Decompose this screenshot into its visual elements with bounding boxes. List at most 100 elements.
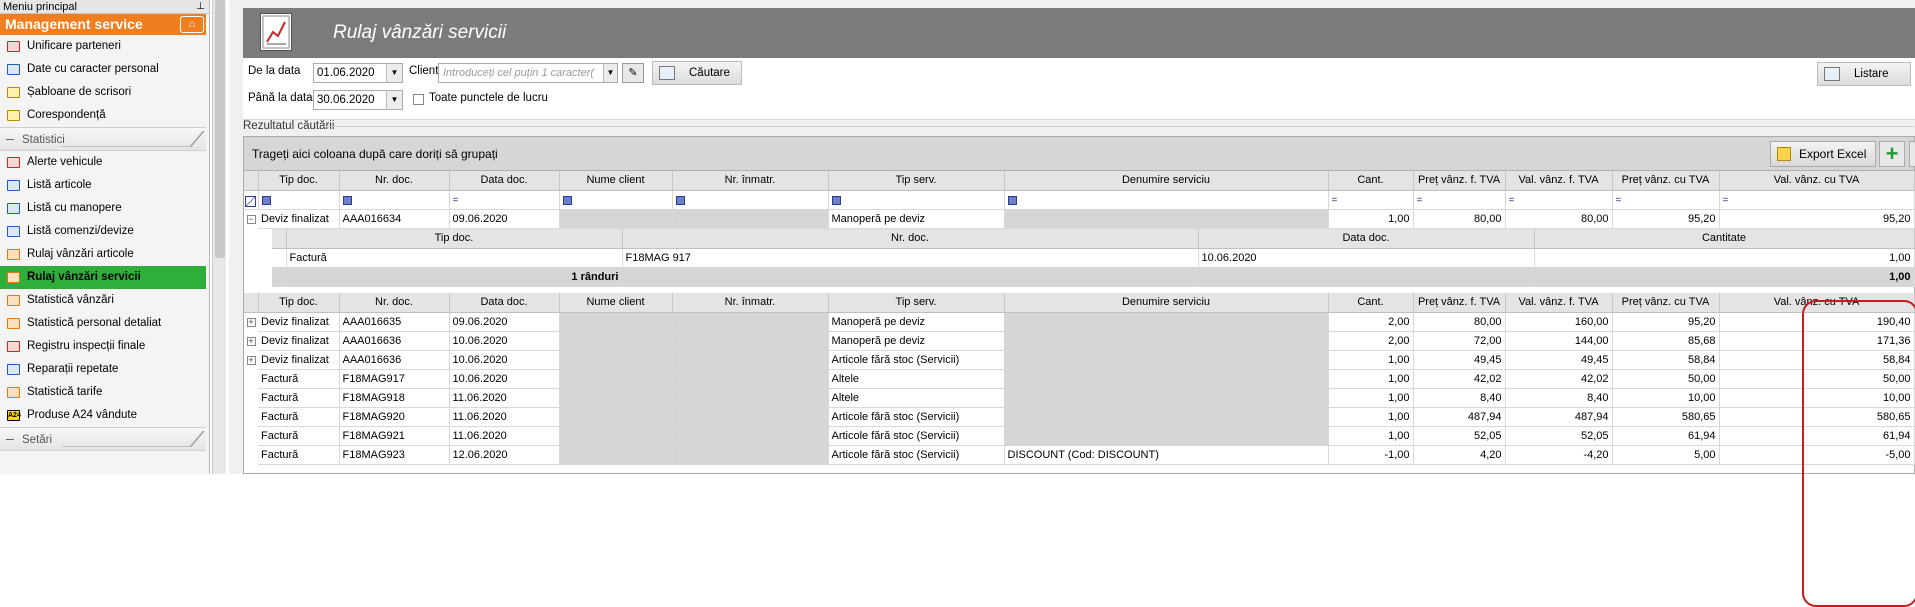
sidebar-item-rulaj-vânzări-articole[interactable]: Rulaj vânzări articole bbox=[0, 243, 206, 266]
pin-icon[interactable]: ⊥ bbox=[196, 0, 205, 14]
table-row[interactable]: Factură F18MAG918 11.06.2020 Altele 1,00 8,40… bbox=[244, 388, 1915, 408]
sidebar-item-corespondență[interactable]: Corespondență bbox=[0, 104, 206, 127]
equals-icon[interactable]: = bbox=[1616, 195, 1622, 206]
filter-condition-icon[interactable] bbox=[562, 195, 572, 205]
column-header[interactable]: Val. vânz. f. TVA bbox=[1505, 293, 1613, 313]
column-header[interactable]: Preț vânz. f. TVA bbox=[1413, 171, 1506, 191]
detail-row[interactable]: Factură F18MAG 917 10.06.2020 1,00 bbox=[272, 248, 1915, 268]
filter-condition-icon[interactable] bbox=[342, 195, 352, 205]
expand-row-button[interactable]: + bbox=[244, 350, 258, 369]
column-header[interactable]: Cant. bbox=[1328, 171, 1414, 191]
export-excel-button[interactable]: Export Excel bbox=[1770, 141, 1876, 167]
collapse-row-button[interactable]: − bbox=[244, 209, 258, 228]
sidebar-item-listă-articole[interactable]: Listă articole bbox=[0, 174, 206, 197]
filter-cell[interactable]: = bbox=[1505, 190, 1613, 210]
column-header[interactable]: Nume client bbox=[559, 171, 673, 191]
group-toggle-icon[interactable]: ⌂ bbox=[180, 16, 204, 33]
sidebar-item-statistică-tarife[interactable]: Statistică tarife bbox=[0, 381, 206, 404]
table-row[interactable]: Factură F18MAG921 11.06.2020 Articole fără … bbox=[244, 426, 1915, 446]
sidebar-item-registru-inspecții-finale[interactable]: Registru inspecții finale bbox=[0, 335, 206, 358]
add-row-button[interactable]: + bbox=[1879, 141, 1905, 167]
chevron-down-icon[interactable]: ▼ bbox=[386, 64, 402, 82]
filter-cell[interactable]: = bbox=[1328, 190, 1414, 210]
sidebar-item-reparații-repetate[interactable]: Reparații repetate bbox=[0, 358, 206, 381]
expand-icon[interactable]: + bbox=[246, 336, 256, 346]
table-row[interactable]: + Deviz finalizat AAA016635 09.06.2020 Manop… bbox=[244, 312, 1915, 332]
sidebar-item-statistică-vânzări[interactable]: Statistică vânzări bbox=[0, 289, 206, 312]
sidebar-item-rulaj-vânzări-servicii[interactable]: Rulaj vânzări servicii bbox=[0, 266, 206, 289]
table-row[interactable]: − Deviz finalizat AAA016634 09.06.2020 Manop… bbox=[244, 209, 1915, 229]
table-row[interactable]: Factură F18MAG917 10.06.2020 Altele 1,00 42,0… bbox=[244, 369, 1915, 389]
column-header[interactable]: Nr. înmatr. bbox=[672, 293, 829, 313]
column-header[interactable]: Val. vânz. f. TVA bbox=[1505, 171, 1613, 191]
column-header[interactable]: Tip doc. bbox=[258, 171, 340, 191]
sidebar-item-unificare-parteneri[interactable]: Unificare parteneri bbox=[0, 35, 206, 58]
filter-cell[interactable] bbox=[339, 190, 450, 210]
from-date-field[interactable]: 01.06.2020 ▼ bbox=[313, 63, 403, 83]
filter-corner[interactable] bbox=[244, 190, 259, 210]
column-header[interactable]: Val. vânz. cu TVA bbox=[1719, 171, 1915, 191]
column-header[interactable]: Denumire serviciu bbox=[1004, 293, 1329, 313]
detail-column-header[interactable]: Nr. doc. bbox=[622, 229, 1199, 249]
detail-column-header[interactable]: Cantitate bbox=[1534, 229, 1915, 249]
chevron-down-icon[interactable]: ▼ bbox=[603, 64, 617, 82]
column-header[interactable]: Denumire serviciu bbox=[1004, 171, 1329, 191]
filter-cell[interactable] bbox=[1004, 190, 1329, 210]
edit-client-button[interactable]: ✎ bbox=[622, 63, 644, 83]
filter-condition-icon[interactable] bbox=[1007, 195, 1017, 205]
column-header[interactable]: Preț vânz. f. TVA bbox=[1413, 293, 1506, 313]
filter-cell[interactable]: = bbox=[1413, 190, 1506, 210]
column-header[interactable]: Preț vânz. cu TVA bbox=[1612, 293, 1720, 313]
detail-column-header[interactable]: Data doc. bbox=[1198, 229, 1535, 249]
search-button[interactable]: Căutare bbox=[652, 61, 742, 85]
chevron-down-icon[interactable]: ▼ bbox=[386, 91, 402, 109]
filter-cell[interactable]: = bbox=[1612, 190, 1720, 210]
sidebar-item-șabloane-de-scrisori[interactable]: Șabloane de scrisori bbox=[0, 81, 206, 104]
table-row[interactable]: Factură F18MAG923 12.06.2020 Articole fără … bbox=[244, 445, 1915, 465]
column-header[interactable]: Tip doc. bbox=[258, 293, 340, 313]
equals-icon[interactable]: = bbox=[1332, 195, 1338, 206]
filter-condition-icon[interactable] bbox=[261, 195, 271, 205]
filter-condition-icon[interactable] bbox=[675, 195, 685, 205]
column-header[interactable]: Preț vânz. cu TVA bbox=[1612, 171, 1720, 191]
equals-icon[interactable]: = bbox=[1723, 195, 1729, 206]
column-header[interactable]: Tip serv. bbox=[828, 171, 1005, 191]
column-header[interactable]: Nr. înmatr. bbox=[672, 171, 829, 191]
sidebar-item-alerte-vehicule[interactable]: Alerte vehicule bbox=[0, 151, 206, 174]
table-row[interactable]: Factură F18MAG920 11.06.2020 Articole fără … bbox=[244, 407, 1915, 427]
filter-cell[interactable] bbox=[672, 190, 829, 210]
column-header[interactable]: Nr. doc. bbox=[339, 171, 450, 191]
filter-condition-icon[interactable] bbox=[831, 195, 841, 205]
filter-cell[interactable]: = bbox=[449, 190, 560, 210]
column-header[interactable]: Cant. bbox=[1328, 293, 1414, 313]
filter-cell[interactable] bbox=[559, 190, 673, 210]
column-header[interactable]: Nr. doc. bbox=[339, 293, 450, 313]
expand-icon[interactable]: + bbox=[246, 355, 256, 365]
to-date-field[interactable]: 30.06.2020 ▼ bbox=[313, 90, 403, 110]
sidebar-item-produse-a24-vândute[interactable]: A24 Produse A24 vândute bbox=[0, 404, 206, 427]
table-row[interactable]: + Deviz finalizat AAA016636 10.06.2020 Artic… bbox=[244, 350, 1915, 370]
client-input[interactable]: Introduceți cel puțin 1 caracter( ▼ bbox=[438, 63, 618, 83]
group-by-bar[interactable]: Trageți aici coloana după care doriți să… bbox=[244, 137, 1915, 171]
equals-icon[interactable]: = bbox=[453, 195, 459, 206]
filter-cell[interactable]: = bbox=[1719, 190, 1915, 210]
column-header[interactable]: Data doc. bbox=[449, 171, 560, 191]
sidebar-group-management-service[interactable]: Management service ⌂ bbox=[0, 14, 206, 35]
sidebar-section-setari[interactable]: Setări bbox=[0, 427, 206, 451]
list-button[interactable]: Listare bbox=[1817, 62, 1911, 86]
expand-row-button[interactable]: + bbox=[244, 331, 258, 350]
sidebar-item-date-cu-caracter-personal[interactable]: Date cu caracter personal bbox=[0, 58, 206, 81]
expand-icon[interactable]: + bbox=[246, 317, 256, 327]
sidebar-section-statistici[interactable]: Statistici bbox=[0, 127, 206, 151]
equals-icon[interactable]: = bbox=[1417, 195, 1423, 206]
filter-cell[interactable] bbox=[258, 190, 340, 210]
sidebar-item-statistică-personal-detaliat[interactable]: Statistică personal detaliat bbox=[0, 312, 206, 335]
equals-icon[interactable]: = bbox=[1509, 195, 1515, 206]
filter-cell[interactable] bbox=[828, 190, 1005, 210]
column-header[interactable]: Val. vânz. cu TVA bbox=[1719, 293, 1915, 313]
table-row[interactable]: + Deviz finalizat AAA016636 10.06.2020 Manop… bbox=[244, 331, 1915, 351]
column-header[interactable]: Tip serv. bbox=[828, 293, 1005, 313]
scrollbar-thumb[interactable] bbox=[215, 0, 225, 258]
sidebar-scrollbar[interactable] bbox=[212, 0, 226, 474]
sidebar-item-listă-comenzi-devize[interactable]: Listă comenzi/devize bbox=[0, 220, 206, 243]
